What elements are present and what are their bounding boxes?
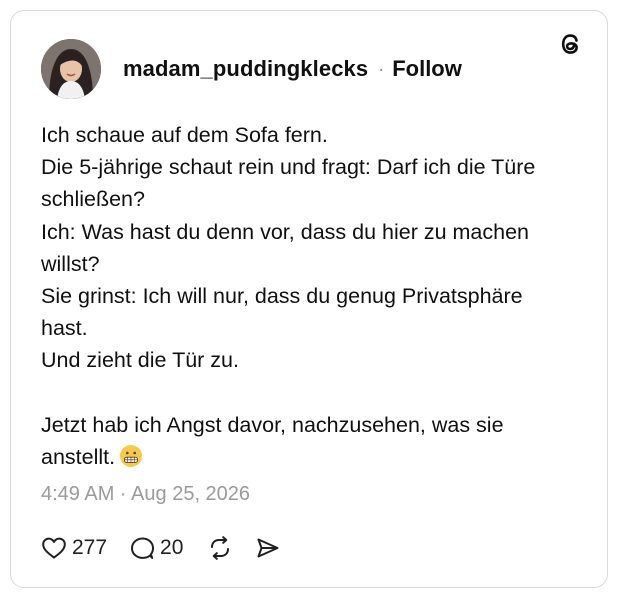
post-line-text: anstellt.: [41, 445, 116, 470]
action-bar: 277 20: [41, 533, 281, 563]
post-line: schließen?: [41, 187, 145, 212]
post-line: Ich schaue auf dem Sofa fern.: [41, 123, 328, 147]
post-last-line: anstellt.: [41, 441, 581, 473]
reply-count: 20: [160, 536, 184, 559]
follow-button[interactable]: Follow: [392, 56, 462, 82]
repost-icon: [211, 536, 230, 560]
repost-button[interactable]: [207, 536, 233, 560]
post-line: hast.: [41, 316, 88, 341]
threads-logo-icon[interactable]: [555, 29, 585, 59]
post-card: madam_puddingklecks · Follow Ich schaue …: [10, 10, 608, 588]
heart-icon: [42, 537, 66, 559]
send-icon: [257, 538, 279, 558]
speech-bubble-icon: [131, 537, 155, 559]
post-line: Und zieht die Tür zu.: [41, 348, 239, 373]
post-timestamp[interactable]: 4:49 AM · Aug 25, 2026: [41, 483, 250, 506]
like-count: 277: [72, 536, 108, 559]
like-button[interactable]: 277: [41, 536, 107, 560]
post-line: Sie grinst: Ich will nur, dass du genug …: [41, 284, 523, 309]
post-line: willst?: [41, 251, 100, 276]
avatar[interactable]: [41, 39, 101, 99]
post-line: Ich: Was hast du denn vor, dass du hier …: [41, 219, 530, 244]
share-button[interactable]: [255, 536, 281, 560]
post-line: Jetzt hab ich Angst davor, nachzusehen, …: [41, 412, 504, 437]
grimacing-face-emoji: [120, 445, 143, 468]
post-header: madam_puddingklecks · Follow: [41, 39, 462, 99]
separator: ·: [378, 58, 385, 79]
username[interactable]: madam_puddingklecks: [123, 56, 368, 82]
post-line: Die 5-jährige schaut rein und fragt: Dar…: [41, 155, 536, 180]
reply-button[interactable]: 20: [129, 536, 183, 560]
post-body: Ich schaue auf dem Sofa fern. Die 5-jähr…: [41, 119, 581, 473]
